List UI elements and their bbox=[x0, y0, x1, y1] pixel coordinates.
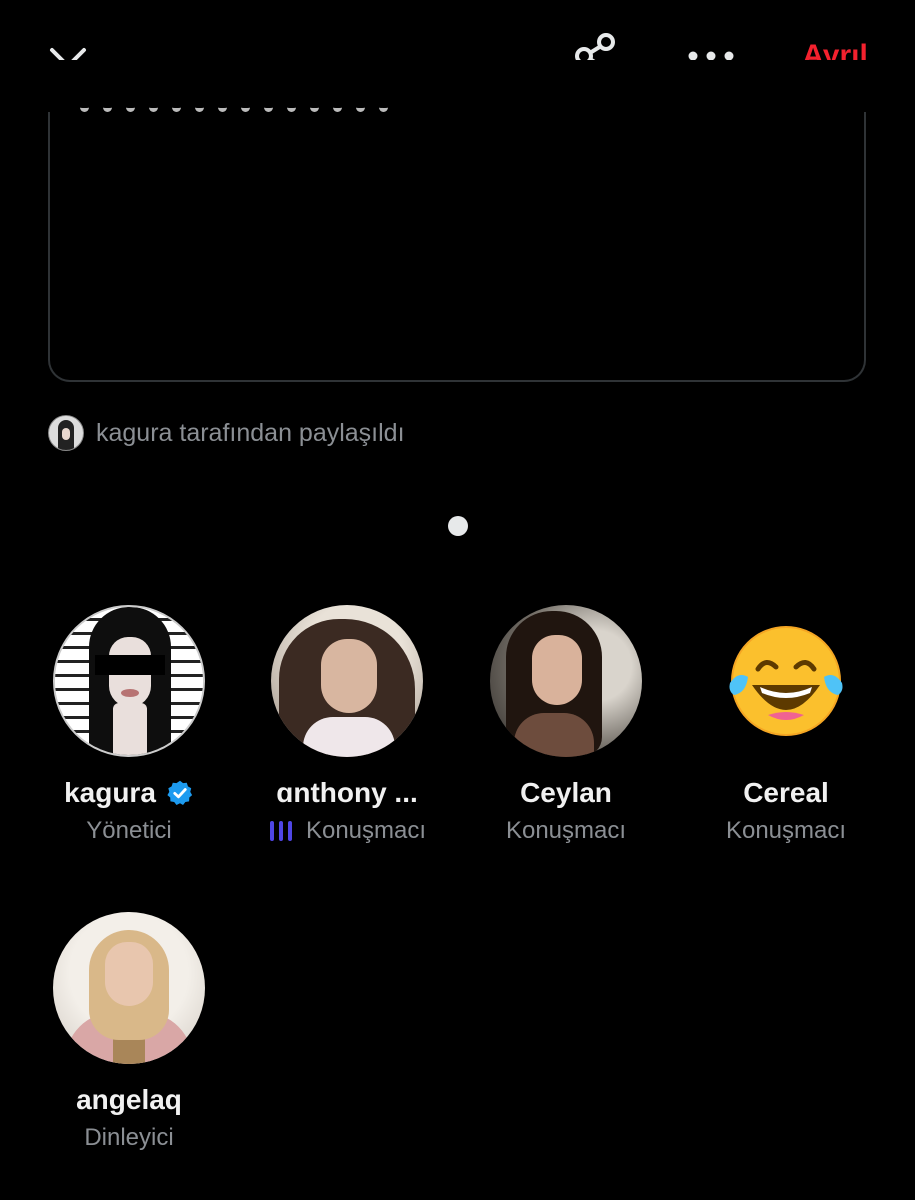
participant-anthony[interactable]: ɑnthony ... Konuşmacı bbox=[247, 605, 447, 847]
participant-role: Konuşmacı bbox=[505, 817, 627, 844]
participant-role-text: Konuşmacı bbox=[305, 817, 427, 844]
participant-name: ɑnthony ... bbox=[276, 777, 418, 808]
participant-angelaq[interactable]: angelaq Dinleyici bbox=[29, 912, 229, 1154]
pager-dot bbox=[448, 516, 468, 536]
verified-badge-icon bbox=[167, 780, 193, 806]
speaking-indicator-icon bbox=[269, 821, 292, 841]
avatar bbox=[710, 605, 862, 757]
participant-name: Ceylan bbox=[520, 777, 612, 808]
shared-by-text: kagura tarafından paylaşıldı bbox=[96, 418, 405, 447]
avatar bbox=[53, 605, 205, 757]
sharer-avatar bbox=[48, 415, 84, 451]
tears-of-joy-emoji-icon bbox=[729, 626, 843, 736]
avatar bbox=[490, 605, 642, 757]
participant-name: kagura bbox=[29, 775, 229, 811]
post-text-fragment bbox=[80, 98, 420, 116]
avatar bbox=[53, 912, 205, 1064]
avatar bbox=[271, 605, 423, 757]
participant-ceylan[interactable]: Ceylan Konuşmacı bbox=[466, 605, 666, 847]
participant-role: Yönetici bbox=[86, 817, 172, 844]
participant-cereal[interactable]: Cereal Konuşmacı bbox=[686, 605, 886, 847]
participant-name-text: kagura bbox=[64, 777, 156, 808]
participant-kagura[interactable]: kagura Yönetici bbox=[29, 605, 229, 847]
participant-role: Konuşmacı bbox=[725, 817, 847, 844]
participant-name: angelaq bbox=[76, 1084, 182, 1115]
participant-role: Konuşmacı bbox=[247, 815, 447, 847]
shared-by-line[interactable]: kagura tarafından paylaşıldı bbox=[48, 414, 405, 452]
participant-name: Cereal bbox=[743, 777, 829, 808]
participant-role: Dinleyici bbox=[84, 1124, 174, 1151]
